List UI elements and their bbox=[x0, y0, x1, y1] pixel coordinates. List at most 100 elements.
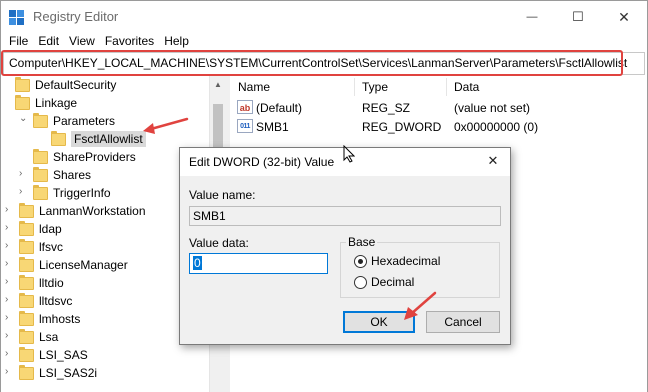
chevron-right-icon[interactable]: › bbox=[5, 366, 8, 377]
chevron-right-icon[interactable]: › bbox=[5, 204, 8, 215]
value-data-text: 0 bbox=[193, 256, 202, 270]
registry-editor-app-icon bbox=[9, 10, 24, 25]
minimize-icon: — bbox=[526, 11, 538, 23]
tree-item-triggerinfo[interactable]: TriggerInfo bbox=[33, 184, 111, 202]
minimize-button[interactable]: — bbox=[509, 1, 555, 33]
tree-item-lsi-sas2i[interactable]: LSI_SAS2i bbox=[19, 364, 97, 382]
ok-button-label: OK bbox=[370, 315, 388, 329]
chevron-right-icon[interactable]: › bbox=[5, 312, 8, 323]
tree-item-lanmanworkstation[interactable]: LanmanWorkstation bbox=[19, 202, 146, 220]
chevron-right-icon[interactable]: › bbox=[5, 348, 8, 359]
tree-item-label: Parameters bbox=[53, 114, 116, 128]
scroll-up-icon[interactable]: ▲ bbox=[210, 76, 226, 92]
value-name-text: SMB1 bbox=[193, 209, 226, 223]
chevron-down-icon[interactable]: ⌄ bbox=[19, 113, 27, 124]
maximize-button[interactable]: ☐ bbox=[555, 1, 601, 33]
tree-item-shares[interactable]: Shares bbox=[33, 166, 91, 184]
maximize-icon: ☐ bbox=[572, 9, 584, 24]
tree-item-label: LSI_SAS bbox=[39, 348, 88, 362]
tree-item-fsctlallowlist[interactable]: FsctlAllowlist bbox=[51, 130, 146, 148]
tree-item-label: DefaultSecurity bbox=[35, 78, 117, 92]
tree-item-label: lmhosts bbox=[39, 312, 81, 326]
edit-dword-dialog: Edit DWORD (32-bit) Value ✕ Value name: … bbox=[179, 147, 511, 345]
value-name: SMB1 bbox=[256, 120, 289, 134]
chevron-right-icon[interactable]: › bbox=[5, 258, 8, 269]
value-row-default[interactable]: ab (Default) REG_SZ (value not set) bbox=[230, 99, 647, 117]
folder-icon bbox=[51, 130, 66, 146]
registry-editor-window: Registry Editor — ☐ ✕ File Edit View Fav… bbox=[0, 0, 648, 392]
tree-item-label: FsctlAllowlist bbox=[71, 131, 146, 147]
tree-item-shareproviders[interactable]: ShareProviders bbox=[33, 148, 136, 166]
tree-item-label: LanmanWorkstation bbox=[39, 204, 146, 218]
folder-icon bbox=[33, 184, 48, 200]
tree-item-label: LicenseManager bbox=[39, 258, 128, 272]
mouse-cursor-icon bbox=[343, 145, 355, 163]
tree-item-label: Lsa bbox=[39, 330, 59, 344]
tree-item-defaultsecurity[interactable]: DefaultSecurity bbox=[15, 76, 116, 94]
column-divider[interactable] bbox=[446, 78, 447, 96]
dialog-close-button[interactable]: ✕ bbox=[484, 152, 502, 170]
menu-favorites[interactable]: Favorites bbox=[100, 33, 159, 51]
tree-item-ldap[interactable]: ldap bbox=[19, 220, 62, 238]
value-name-field: SMB1 bbox=[189, 206, 501, 226]
value-name: (Default) bbox=[256, 101, 303, 115]
chevron-right-icon[interactable]: › bbox=[19, 186, 22, 197]
value-row-smb1[interactable]: 011 SMB1 REG_DWORD 0x00000000 (0) bbox=[230, 118, 647, 136]
radio-decimal[interactable]: Decimal bbox=[354, 275, 414, 289]
radio-button-selected-icon[interactable] bbox=[354, 254, 367, 268]
chevron-right-icon[interactable]: › bbox=[5, 294, 8, 305]
tree-item-lltdio[interactable]: lltdio bbox=[19, 274, 64, 292]
tree-item-label: LSI_SAS2i bbox=[39, 366, 98, 380]
tree-item-lltdsvc[interactable]: lltdsvc bbox=[19, 292, 72, 310]
chevron-right-icon[interactable]: › bbox=[5, 222, 8, 233]
folder-icon bbox=[19, 346, 34, 362]
radio-hexadecimal[interactable]: Hexadecimal bbox=[354, 254, 440, 268]
chevron-right-icon[interactable]: › bbox=[5, 240, 8, 251]
close-button[interactable]: ✕ bbox=[601, 1, 647, 33]
folder-icon bbox=[19, 364, 34, 380]
cancel-button-label: Cancel bbox=[444, 315, 482, 329]
close-icon: ✕ bbox=[487, 153, 499, 168]
column-divider[interactable] bbox=[354, 78, 355, 96]
value-type: REG_SZ bbox=[362, 101, 411, 115]
tree-item-licensemanager[interactable]: LicenseManager bbox=[19, 256, 128, 274]
radio-hexadecimal-label: Hexadecimal bbox=[371, 254, 441, 268]
column-header-data[interactable]: Data bbox=[454, 80, 479, 94]
menu-view[interactable]: View bbox=[64, 33, 100, 51]
chevron-right-icon[interactable]: › bbox=[5, 330, 8, 341]
tree-item-linkage[interactable]: Linkage bbox=[15, 94, 77, 112]
menu-file[interactable]: File bbox=[4, 33, 33, 51]
folder-icon bbox=[15, 76, 30, 92]
chevron-right-icon[interactable]: › bbox=[19, 168, 22, 179]
tree-item-label: lltdsvc bbox=[39, 294, 73, 308]
tree-item-lmhosts[interactable]: lmhosts bbox=[19, 310, 80, 328]
tree-item-label: ldap bbox=[39, 222, 62, 236]
value-data-input[interactable]: 0 bbox=[189, 253, 328, 274]
address-highlight-annotation bbox=[1, 50, 623, 76]
folder-icon bbox=[19, 292, 34, 308]
folder-icon bbox=[19, 274, 34, 290]
tree-item-parameters[interactable]: Parameters bbox=[33, 112, 115, 130]
folder-icon bbox=[19, 202, 34, 218]
tree-item-lsa[interactable]: Lsa bbox=[19, 328, 58, 346]
column-header-type[interactable]: Type bbox=[362, 80, 388, 94]
folder-icon bbox=[19, 310, 34, 326]
folder-icon bbox=[19, 256, 34, 272]
annotation-arrow-icon bbox=[143, 117, 189, 134]
folder-icon bbox=[33, 112, 48, 128]
radio-button-icon[interactable] bbox=[354, 275, 367, 289]
chevron-right-icon[interactable]: › bbox=[5, 276, 8, 287]
tree-item-label: lfsvc bbox=[39, 240, 63, 254]
folder-icon bbox=[33, 166, 48, 182]
tree-item-label: TriggerInfo bbox=[53, 186, 111, 200]
folder-icon bbox=[15, 94, 30, 110]
annotation-arrow-icon bbox=[404, 291, 437, 320]
tree-item-lsi-sas[interactable]: LSI_SAS bbox=[19, 346, 88, 364]
value-type: REG_DWORD bbox=[362, 120, 442, 134]
tree-item-lfsvc[interactable]: lfsvc bbox=[19, 238, 63, 256]
menu-edit[interactable]: Edit bbox=[33, 33, 64, 51]
value-data: 0x00000000 (0) bbox=[454, 120, 539, 134]
column-header-name[interactable]: Name bbox=[238, 80, 270, 94]
menu-help[interactable]: Help bbox=[159, 33, 194, 51]
close-icon: ✕ bbox=[618, 8, 630, 25]
